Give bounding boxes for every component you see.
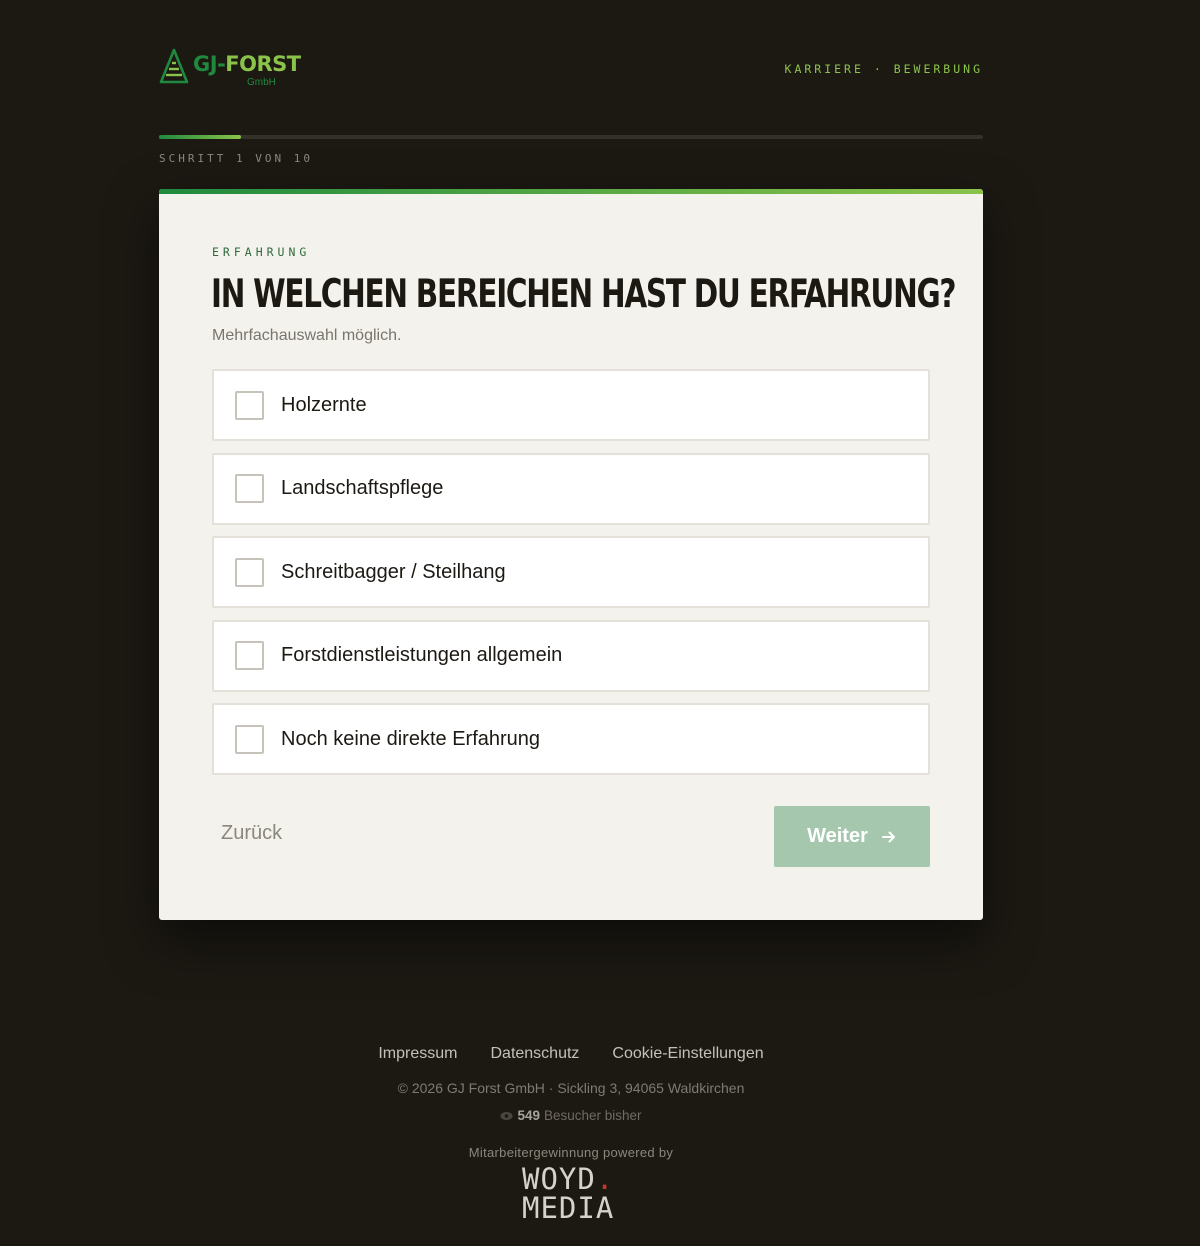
progress-bar (159, 135, 983, 139)
question-title: IN WELCHEN BEREICHEN HAST DU ERFAHRUNG? (211, 272, 957, 317)
option-label: Noch keine direkte Erfahrung (281, 727, 541, 750)
footer-links: Impressum Datenschutz Cookie-Einstellung… (0, 1045, 1142, 1063)
eye-icon (500, 1111, 513, 1120)
checkbox[interactable] (235, 474, 264, 503)
company-logo[interactable]: GJ-FORST GmbH (159, 48, 301, 92)
next-button-label: Weiter (807, 825, 868, 847)
footer-link-datenschutz[interactable]: Datenschutz (490, 1045, 579, 1063)
question-category: ERFAHRUNG (212, 245, 311, 259)
breadcrumb-bewerbung: BEWERBUNG (893, 62, 983, 76)
option-label: Forstdienstleistungen allgemein (281, 644, 563, 666)
logo-name-part1: GJ (193, 52, 218, 76)
breadcrumb-separator: · (863, 62, 894, 76)
option-schreitbagger[interactable]: Schreitbagger / Steilhang (212, 536, 930, 608)
page: GJ-FORST GmbH KARRIERE · BEWERBUNG SCHRI… (0, 0, 1200, 1246)
visitor-count: 549 (517, 1108, 540, 1123)
breadcrumb: KARRIERE · BEWERBUNG (785, 62, 983, 76)
footer-link-cookie-settings[interactable]: Cookie-Einstellungen (612, 1045, 763, 1063)
logo-name-part2: FORST (225, 52, 301, 76)
agency-logo[interactable]: WOYD. MEDIA (522, 1165, 614, 1223)
agency-logo-line2: MEDIA (522, 1191, 615, 1225)
tree-logo-icon (159, 48, 189, 84)
option-forstdienstleistungen[interactable]: Forstdienstleistungen allgemein (212, 619, 930, 692)
option-label: Landschaftspflege (281, 477, 444, 499)
back-button[interactable]: Zurück (221, 822, 282, 845)
breadcrumb-karriere[interactable]: KARRIERE (785, 62, 864, 76)
card-accent-bar (159, 189, 983, 194)
option-holzernte[interactable]: Holzernte (212, 369, 930, 441)
checkbox[interactable] (235, 641, 264, 670)
checkbox[interactable] (235, 390, 264, 420)
option-landschaftspflege[interactable]: Landschaftspflege (212, 452, 930, 525)
progress-fill (159, 135, 242, 139)
powered-by-text: Mitarbeitergewinnung powered by (468, 1145, 674, 1160)
question-card: ERFAHRUNG IN WELCHEN BEREICHEN HAST DU E… (159, 189, 983, 920)
visitor-text: Besucher bisher (543, 1108, 642, 1123)
visitor-counter: 549 Besucher bisher (0, 1108, 1142, 1123)
footer-copyright: © 2026 GJ Forst GmbH · Sickling 3, 94065… (397, 1080, 745, 1096)
options-list: Holzernte Landschaftspflege Schreitbagge… (212, 369, 930, 787)
next-button[interactable]: Weiter (774, 806, 930, 867)
option-label: Holzernte (281, 393, 367, 416)
question-hint: Mehrfachauswahl möglich. (212, 327, 402, 344)
option-keine-erfahrung[interactable]: Noch keine direkte Erfahrung (212, 703, 930, 775)
footer-link-impressum[interactable]: Impressum (378, 1045, 457, 1063)
logo-wordmark: GJ-FORST GmbH (193, 52, 301, 88)
option-label: Schreitbagger / Steilhang (281, 560, 506, 583)
step-indicator: SCHRITT 1 VON 10 (159, 152, 313, 165)
checkbox[interactable] (235, 724, 264, 754)
checkbox[interactable] (235, 557, 264, 587)
arrow-right-icon (881, 831, 895, 842)
logo-legal-form: GmbH (247, 77, 276, 88)
